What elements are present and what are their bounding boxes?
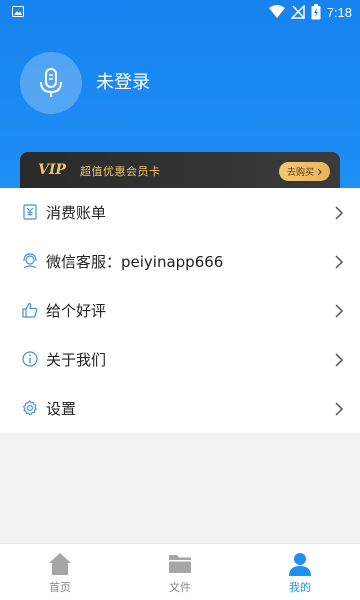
menu-item-customer-service[interactable]: 微信客服：peiyinapp666 bbox=[0, 237, 360, 286]
menu-item-label: 关于我们 bbox=[46, 351, 107, 369]
info-icon bbox=[22, 351, 38, 367]
battery-icon bbox=[311, 4, 321, 20]
status-icons: 7:18 bbox=[268, 3, 352, 21]
menu-item-label: 设置 bbox=[46, 400, 77, 418]
chevron-right-icon bbox=[335, 353, 344, 367]
folder-icon bbox=[169, 555, 191, 573]
tab-mine[interactable]: 我的 bbox=[240, 544, 360, 600]
vip-logo: VIP bbox=[38, 162, 66, 178]
tab-home[interactable]: 首页 bbox=[0, 544, 120, 600]
vip-banner[interactable]: VIP 超值优惠会员卡 去购买 bbox=[20, 152, 340, 192]
menu-item-label: 给个好评 bbox=[46, 302, 107, 320]
no-signal-icon bbox=[290, 5, 305, 19]
tab-label: 文件 bbox=[169, 581, 191, 594]
tab-label: 我的 bbox=[289, 581, 311, 594]
gear-icon bbox=[23, 400, 37, 416]
vip-text: 超值优惠会员卡 bbox=[80, 165, 161, 178]
status-bar: 7:18 bbox=[0, 0, 360, 24]
wifi-icon bbox=[268, 5, 285, 18]
chevron-right-icon bbox=[335, 255, 344, 269]
customer-service-icon bbox=[23, 253, 37, 269]
chevron-right-icon bbox=[317, 168, 322, 175]
person-icon bbox=[289, 553, 311, 576]
tab-label: 首页 bbox=[49, 581, 71, 594]
chevron-right-icon bbox=[335, 402, 344, 416]
buy-vip-button[interactable]: 去购买 bbox=[278, 162, 330, 181]
microphone-icon bbox=[40, 68, 62, 97]
profile-header: 7:18 未登录 VIP 超值优惠会员卡 去购买 bbox=[0, 0, 360, 192]
tab-files[interactable]: 文件 bbox=[120, 544, 240, 600]
home-icon bbox=[49, 553, 71, 575]
avatar[interactable] bbox=[20, 52, 82, 114]
menu-item-settings[interactable]: 设置 bbox=[0, 384, 360, 433]
menu-item-label: 消费账单 bbox=[46, 204, 107, 222]
receipt-icon bbox=[23, 204, 37, 220]
thumbs-up-icon bbox=[22, 302, 38, 318]
chevron-right-icon bbox=[335, 304, 344, 318]
login-status[interactable]: 未登录 bbox=[96, 68, 150, 94]
settings-menu: 消费账单 微信客服：peiyinapp666 给个好评 关于我们 设置 bbox=[0, 188, 360, 433]
menu-item-about[interactable]: 关于我们 bbox=[0, 335, 360, 384]
buy-vip-label: 去购买 bbox=[286, 168, 314, 178]
bottom-nav: 首页 文件 我的 bbox=[0, 543, 360, 600]
image-notification-icon bbox=[12, 6, 24, 17]
menu-item-label: 微信客服：peiyinapp666 bbox=[46, 253, 224, 271]
chevron-right-icon bbox=[335, 206, 344, 220]
menu-item-rate[interactable]: 给个好评 bbox=[0, 286, 360, 335]
status-time: 7:18 bbox=[326, 4, 352, 20]
menu-item-bills[interactable]: 消费账单 bbox=[0, 188, 360, 237]
